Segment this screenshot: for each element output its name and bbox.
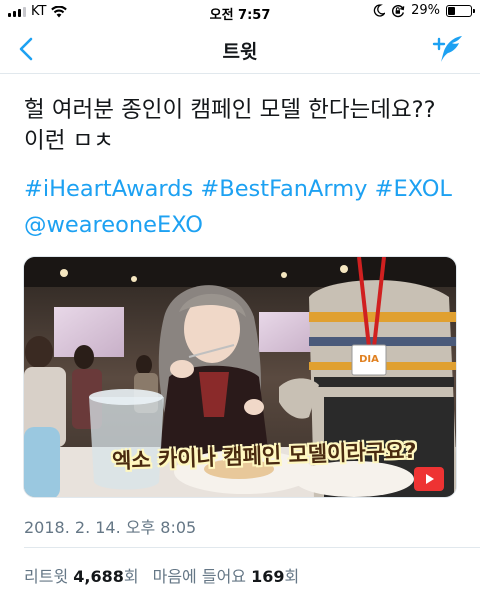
hashtag-bestfanarmy[interactable]: #BestFanArmy — [200, 176, 367, 202]
retweets-stat[interactable]: 리트윗 4,688회 — [24, 563, 139, 587]
tweet-text: 헐 여러분 종인이 캠페인 모델 한다는데요?? 이런 ㅁㅊ — [24, 95, 464, 157]
retweets-count: 4,688 — [73, 567, 124, 586]
battery-percent: 29% — [411, 3, 440, 18]
divider — [24, 547, 480, 548]
likes-label: 마음에 들어요 — [152, 567, 247, 586]
compose-tweet-icon[interactable] — [432, 34, 464, 64]
likes-stat[interactable]: 마음에 들어요 169회 — [153, 563, 300, 587]
badge-text: DIA — [359, 354, 379, 365]
mention-weareoneexo[interactable]: @weareoneEXO — [24, 212, 203, 238]
youtube-logo-icon — [414, 467, 444, 491]
battery-icon — [446, 4, 475, 17]
tweet-media-image[interactable]: DIA 엑소 카이나 캠페인 모델이라구요? — [23, 256, 457, 498]
moon-icon — [373, 4, 386, 17]
retweets-label: 리트윗 — [24, 567, 69, 586]
likes-unit: 회 — [284, 567, 300, 586]
nav-bar: 트윗 — [0, 24, 480, 74]
battery-fill — [448, 6, 455, 15]
status-right: 29% — [373, 3, 475, 18]
page-title: 트윗 — [222, 41, 258, 63]
orientation-lock-icon — [392, 4, 405, 17]
tweet-timestamp: 2018. 2. 14. 오후 8:05 — [24, 518, 197, 537]
tweet-links: #iHeartAwards #BestFanArmy #EXOL @weareo… — [24, 171, 464, 243]
likes-count: 169 — [251, 567, 285, 586]
retweets-unit: 회 — [123, 567, 139, 586]
tweet-text-line-1: 헐 여러분 종인이 캠페인 모델 한다는데요?? — [24, 97, 436, 123]
tweet-text-line-2: 이런 ㅁㅊ — [24, 128, 114, 154]
hashtag-exol[interactable]: #EXOL — [375, 176, 452, 202]
hashtag-iheartawards[interactable]: #iHeartAwards — [24, 176, 193, 202]
tweet-stats: 리트윗 4,688회 마음에 들어요 169회 — [24, 563, 299, 587]
status-bar: KT 오전 7:57 29% — [0, 0, 480, 24]
